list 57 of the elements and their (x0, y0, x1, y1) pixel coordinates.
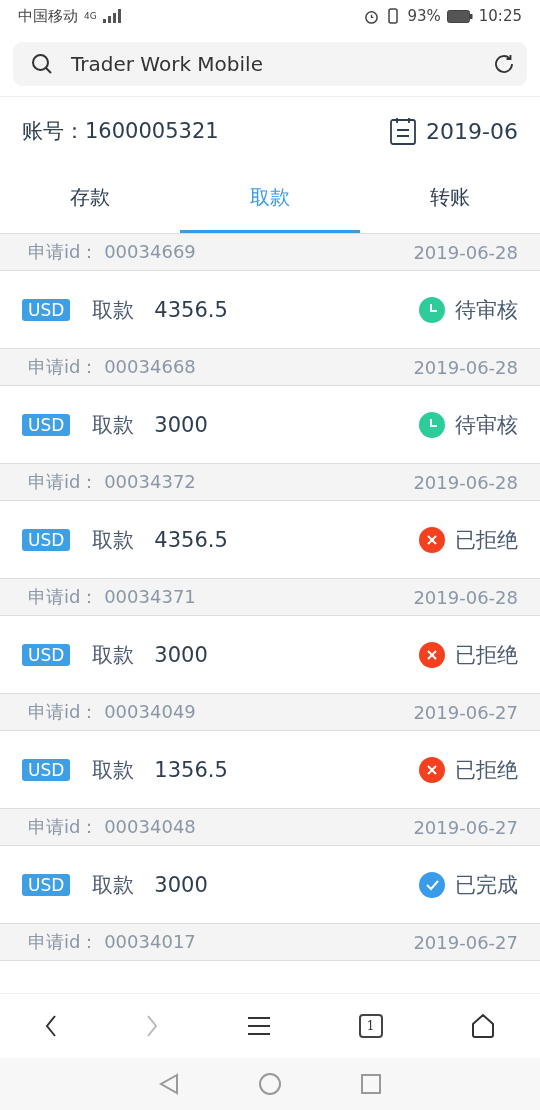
address-bar[interactable]: Trader Work Mobile (13, 42, 527, 86)
request-id: 申请id： 00034669 (28, 240, 196, 264)
month-picker[interactable]: 2019-06 (426, 118, 518, 144)
calendar-icon[interactable] (390, 117, 417, 145)
request-type: 取款 (92, 871, 135, 899)
request-amount: 3000 (154, 642, 208, 667)
currency-tag: USD (22, 298, 71, 321)
request-id: 申请id： 00034372 (28, 470, 196, 494)
request-type: 取款 (92, 296, 135, 324)
request-date: 2019-06-28 (413, 356, 518, 378)
battery-icon (446, 9, 473, 23)
network-type: 4G (84, 11, 97, 21)
battery-percent: 93% (407, 7, 441, 25)
carrier-name: 中国移动 (18, 6, 78, 26)
signal-icon (102, 9, 121, 23)
status-text: 待审核 (455, 411, 518, 439)
request-id: 申请id： 00034017 (28, 930, 196, 954)
account-label: 账号：1600005321 (22, 118, 219, 145)
status-text: 已完成 (455, 871, 518, 899)
request-id: 申请id： 00034049 (28, 700, 196, 724)
currency-tag: USD (22, 413, 71, 436)
request-date: 2019-06-27 (413, 816, 518, 838)
alarm-icon (364, 8, 380, 24)
request-date: 2019-06-27 (413, 701, 518, 723)
refresh-icon[interactable] (493, 53, 515, 75)
currency-tag: USD (22, 643, 71, 666)
request-date: 2019-06-27 (413, 931, 518, 953)
back-icon[interactable] (43, 1014, 58, 1038)
request-id: 申请id： 00034048 (28, 815, 196, 839)
page-title: Trader Work Mobile (71, 52, 264, 76)
request-type: 取款 (92, 756, 135, 784)
request-id: 申请id： 00034668 (28, 355, 196, 379)
status-text: 已拒绝 (455, 526, 518, 554)
request-amount: 1356.5 (154, 757, 228, 782)
currency-tag: USD (22, 873, 71, 896)
request-type: 取款 (92, 526, 135, 554)
status-text: 已拒绝 (455, 756, 518, 784)
request-type: 取款 (92, 641, 135, 669)
search-icon (31, 53, 53, 75)
clock-time: 10:25 (478, 7, 522, 25)
request-amount: 3000 (154, 412, 208, 437)
menu-icon[interactable] (247, 1016, 271, 1036)
request-date: 2019-06-28 (413, 586, 518, 608)
request-date: 2019-06-28 (413, 471, 518, 493)
request-date: 2019-06-28 (413, 241, 518, 263)
request-id: 申请id： 00034371 (28, 585, 196, 609)
request-type: 取款 (92, 411, 135, 439)
request-amount: 4356.5 (154, 297, 228, 322)
request-amount: 4356.5 (154, 527, 228, 552)
tabs-button[interactable]: 1 (358, 1014, 383, 1038)
currency-tag: USD (22, 528, 71, 551)
home-icon[interactable] (470, 1013, 497, 1039)
status-text: 待审核 (455, 296, 518, 324)
currency-tag: USD (22, 758, 71, 781)
recents-icon[interactable] (361, 1074, 381, 1094)
request-amount: 3000 (154, 872, 208, 897)
status-text: 已拒绝 (455, 641, 518, 669)
